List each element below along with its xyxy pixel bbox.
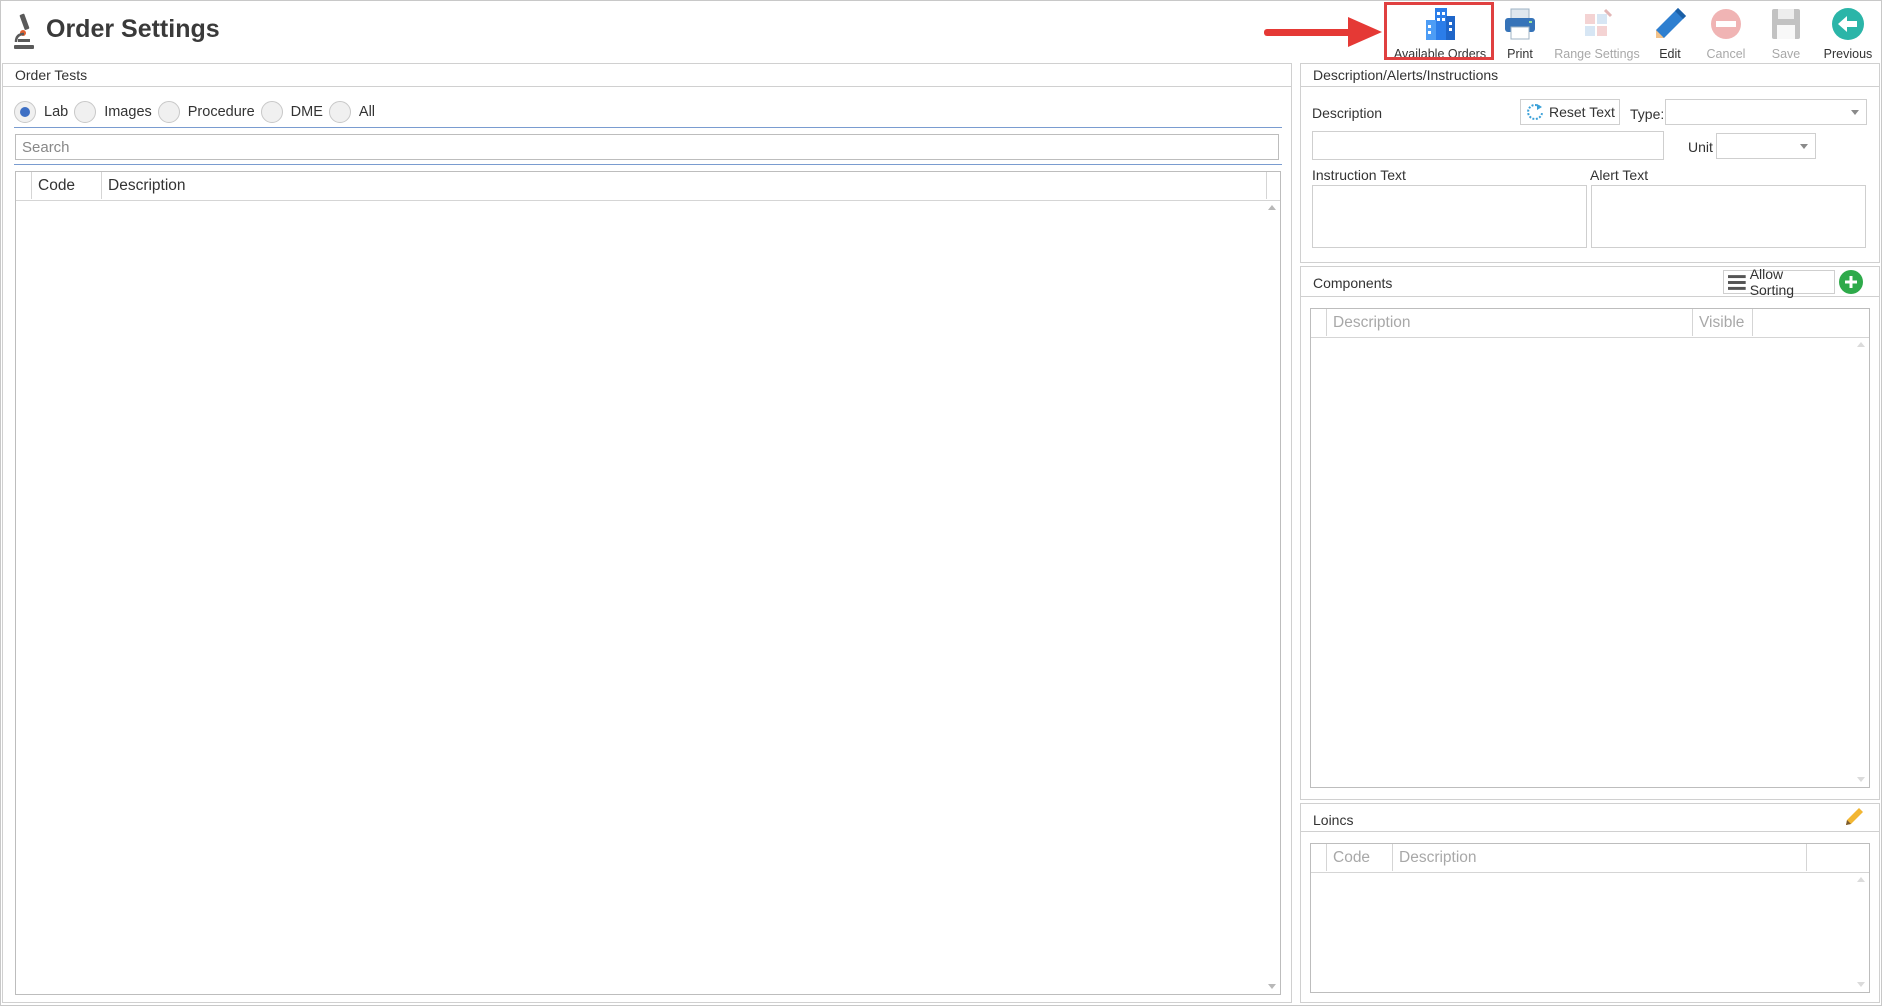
microscope-icon [14, 13, 34, 49]
unit-select[interactable] [1716, 133, 1816, 159]
instruction-text-field[interactable] [1312, 185, 1587, 248]
cancel-label: Cancel [1706, 47, 1746, 61]
order-tests-grid-header: Code Description [16, 172, 1280, 201]
description-panel-header: Description/Alerts/Instructions [1301, 64, 1879, 87]
print-label: Print [1507, 47, 1533, 61]
alert-text-field[interactable] [1591, 185, 1866, 248]
search-input[interactable] [15, 134, 1279, 160]
order-tests-grid: Code Description [15, 171, 1281, 995]
radio-dme[interactable] [260, 101, 283, 123]
scroll-down-icon[interactable] [1857, 982, 1865, 987]
filter-all[interactable]: All [328, 101, 376, 123]
column-header-description[interactable]: Description [1326, 309, 1692, 336]
previous-label: Previous [1823, 47, 1873, 61]
filter-procedure[interactable]: Procedure [157, 101, 255, 123]
save-label: Save [1771, 47, 1801, 61]
allow-sorting-button[interactable]: Allow Sorting [1723, 266, 1835, 298]
filter-procedure-label: Procedure [187, 104, 255, 120]
floppy-icon [1772, 9, 1800, 39]
reset-text-label: Reset Text [1549, 104, 1615, 120]
alert-text-label: Alert Text [1590, 167, 1649, 183]
filter-dme-label: DME [290, 104, 323, 120]
add-component-button[interactable] [1838, 269, 1864, 295]
print-button[interactable]: Print [1502, 4, 1538, 61]
pencil-icon [1656, 8, 1686, 38]
back-arrow-icon [1832, 8, 1864, 40]
highlight-box [1384, 2, 1494, 60]
scroll-up-icon[interactable] [1857, 877, 1865, 882]
chevron-down-icon [1800, 144, 1808, 149]
loincs-header: Loincs [1301, 804, 1879, 832]
page-title: Order Settings [46, 15, 220, 43]
edit-label: Edit [1659, 47, 1681, 61]
column-header-description[interactable]: Description [101, 172, 1266, 199]
description-field[interactable] [1312, 131, 1664, 160]
instruction-text-label: Instruction Text [1312, 167, 1406, 183]
column-header-description[interactable]: Description [1392, 844, 1806, 871]
radio-procedure[interactable] [157, 101, 180, 123]
radio-images[interactable] [74, 101, 97, 123]
allow-sorting-label: Allow Sorting [1749, 266, 1795, 298]
chevron-down-icon [1851, 110, 1859, 115]
reset-icon [1527, 104, 1543, 120]
scroll-down-icon[interactable] [1857, 777, 1865, 782]
cancel-button[interactable]: Cancel [1706, 4, 1746, 61]
search-divider [14, 164, 1282, 165]
annotation-arrow [1264, 17, 1382, 47]
column-header-code[interactable]: Code [31, 172, 101, 199]
edit-loinc-pencil-icon[interactable] [1844, 807, 1864, 827]
filter-all-label: All [358, 104, 376, 120]
description-label: Description [1312, 105, 1383, 121]
order-tests-scrollbar[interactable] [1265, 202, 1279, 992]
order-tests-header: Order Tests [3, 64, 1291, 87]
filter-divider [14, 127, 1282, 128]
radio-all[interactable] [328, 101, 351, 123]
loincs-scrollbar[interactable] [1854, 874, 1868, 990]
range-settings-label: Range Settings [1554, 47, 1640, 61]
edit-button[interactable]: Edit [1652, 4, 1688, 61]
loincs-grid-header: Code Description [1311, 844, 1869, 873]
scroll-up-icon[interactable] [1268, 205, 1276, 210]
column-header-spacer [1806, 844, 1846, 871]
column-header-spacer [1752, 309, 1860, 336]
loincs-grid: Code Description [1310, 843, 1870, 993]
components-scrollbar[interactable] [1854, 339, 1868, 785]
filter-lab-label: Lab [44, 104, 69, 120]
filter-images[interactable]: Images [74, 101, 152, 123]
column-header-code[interactable]: Code [1326, 844, 1392, 871]
radio-lab[interactable] [14, 101, 36, 123]
order-type-filter: Lab Images Procedure DME All [14, 99, 381, 125]
scroll-up-icon[interactable] [1857, 342, 1865, 347]
range-settings-button[interactable]: Range Settings [1552, 4, 1642, 61]
range-settings-icon [1585, 8, 1613, 36]
previous-button[interactable]: Previous [1822, 4, 1874, 61]
components-grid-header: Description Visible [1311, 309, 1869, 338]
scroll-down-icon[interactable] [1268, 984, 1276, 989]
components-grid: Description Visible [1310, 308, 1870, 788]
column-header-spacer [1266, 172, 1280, 199]
filter-images-label: Images [104, 104, 152, 120]
filter-lab[interactable]: Lab [14, 101, 68, 123]
type-label: Type: [1630, 106, 1665, 122]
filter-dme[interactable]: DME [260, 101, 323, 123]
printer-icon [1505, 8, 1535, 40]
cancel-icon [1711, 9, 1741, 39]
reset-text-button[interactable]: Reset Text [1520, 99, 1620, 125]
save-button[interactable]: Save [1768, 4, 1804, 61]
column-header-visible[interactable]: Visible [1692, 309, 1752, 336]
type-select[interactable] [1665, 99, 1867, 125]
sort-lines-icon [1728, 275, 1746, 290]
unit-label: Unit [1688, 139, 1713, 155]
